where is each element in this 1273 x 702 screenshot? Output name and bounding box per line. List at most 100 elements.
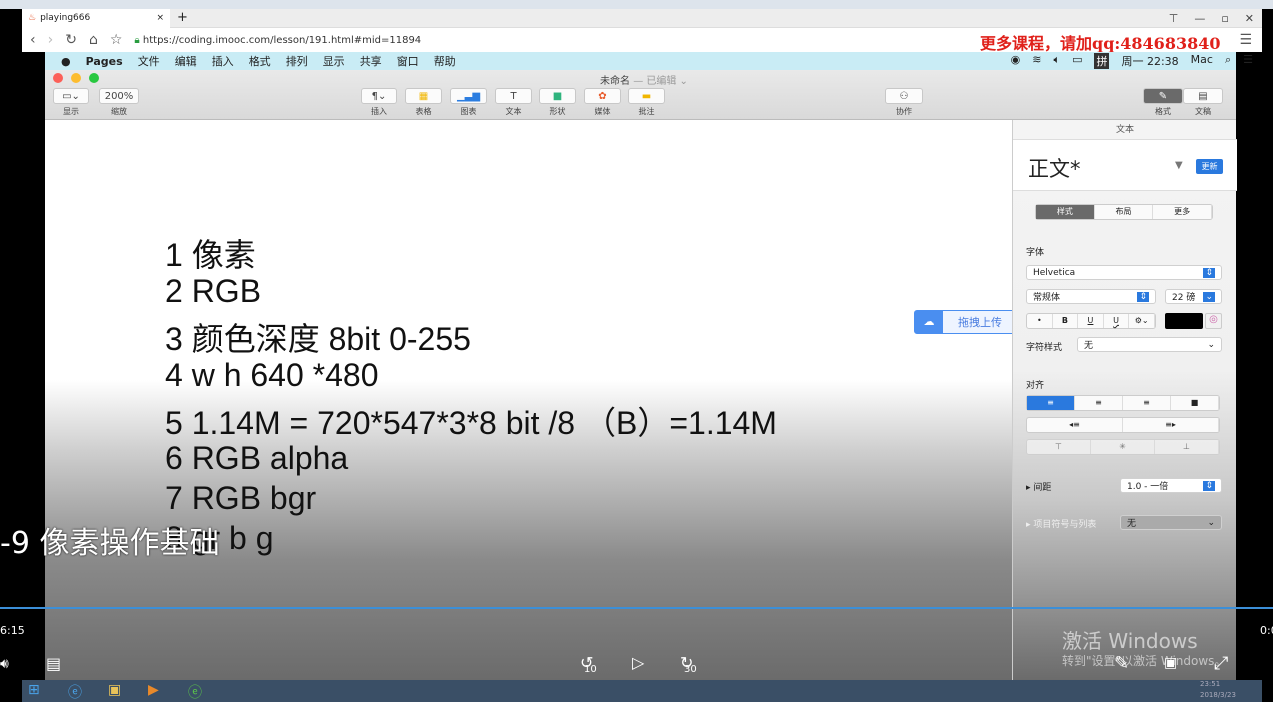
back-icon[interactable]: ‹ <box>30 32 36 48</box>
menu-edit[interactable]: 编辑 <box>175 53 197 69</box>
minimize-light[interactable] <box>71 73 81 83</box>
pip-icon[interactable]: ▣ <box>1164 655 1177 671</box>
skin-icon[interactable]: ⊤ <box>1169 12 1179 25</box>
insert-button[interactable]: ¶⌄ 插入 <box>361 88 397 117</box>
clock[interactable]: 周一 22:38 <box>1121 53 1178 69</box>
strikethrough-button[interactable]: U <box>1104 314 1130 328</box>
style-dropdown-icon[interactable]: ▼ <box>1175 160 1183 171</box>
menu-view[interactable]: 显示 <box>323 53 345 69</box>
input-method[interactable]: 拼 <box>1094 53 1110 69</box>
forward-icon[interactable]: › <box>48 32 54 48</box>
menu-help[interactable]: 帮助 <box>434 53 456 69</box>
restore-button[interactable]: ▫ <box>1221 12 1228 25</box>
gear-icon[interactable]: ⚙⌄ <box>1129 314 1155 328</box>
char-style-select[interactable]: 无 ⌄ <box>1077 337 1222 352</box>
player-icon[interactable]: ▶ <box>148 682 159 698</box>
menu-window[interactable]: 窗口 <box>397 53 419 69</box>
align-center-button[interactable]: ≡ <box>1075 396 1123 410</box>
upload-button[interactable]: ☁ 拖拽上传 <box>914 310 1018 334</box>
tab-style[interactable]: 样式 <box>1036 205 1095 219</box>
justify-button[interactable]: ■ <box>1171 396 1219 410</box>
new-tab-button[interactable]: + <box>177 10 188 25</box>
document-button[interactable]: ▤ 文稿 <box>1183 88 1223 117</box>
font-select[interactable]: Helvetica ⇕ <box>1026 265 1222 280</box>
close-tab-icon[interactable]: × <box>156 13 164 24</box>
text-button[interactable]: T 文本 <box>495 88 532 117</box>
align-top-button[interactable]: ⊤ <box>1027 440 1091 454</box>
close-light[interactable] <box>53 73 63 83</box>
volume-icon[interactable]: 🔊︎ <box>0 656 9 672</box>
volume-icon[interactable]: 🔈︎ <box>1053 53 1060 69</box>
star-icon[interactable]: ☆ <box>110 32 123 48</box>
underline-button[interactable]: U <box>1078 314 1104 328</box>
update-button[interactable]: 更新 <box>1196 159 1223 174</box>
wifi-icon[interactable]: ≋ <box>1032 53 1041 69</box>
doc-line[interactable]: 1 像素 <box>165 230 256 276</box>
italic-button[interactable]: • <box>1027 314 1053 328</box>
document-canvas[interactable]: 1 像素 2 RGB 3 颜色深度 8bit 0-255 4 w h 640 *… <box>45 120 1012 680</box>
format-button[interactable]: ✎ 格式 <box>1143 88 1183 117</box>
menu-app[interactable]: Pages <box>86 55 123 68</box>
close-button[interactable]: ✕ <box>1245 12 1254 25</box>
typeface-select[interactable]: 常规体 ⇕ <box>1026 289 1156 304</box>
reload-icon[interactable]: ↻ <box>65 32 77 48</box>
folder-icon[interactable]: ▣ <box>108 682 121 698</box>
fullscreen-icon[interactable]: ⤢ <box>1214 653 1228 674</box>
start-icon[interactable]: ⊞ <box>28 682 40 698</box>
taskbar-time[interactable]: 23:51 <box>1200 680 1220 688</box>
indent-button[interactable]: ≡▸ <box>1123 418 1219 432</box>
doc-line[interactable]: 5 1.14M = 720*547*3*8 bit /8 （B）=1.14M <box>165 398 777 444</box>
home-icon[interactable]: ⌂ <box>89 32 98 48</box>
doc-line[interactable]: 2 RGB <box>165 273 261 310</box>
color-wheel-icon[interactable]: ◎ <box>1205 313 1222 329</box>
outdent-button[interactable]: ◂≡ <box>1027 418 1123 432</box>
align-right-button[interactable]: ≡ <box>1123 396 1171 410</box>
text-color-well[interactable] <box>1165 313 1203 329</box>
browser-icon[interactable]: ⓔ <box>188 682 202 702</box>
align-middle-button[interactable]: ✳ <box>1091 440 1155 454</box>
doc-line[interactable]: 7 RGB bgr <box>165 480 316 517</box>
align-bottom-button[interactable]: ⊥ <box>1155 440 1219 454</box>
battery-icon[interactable]: ▭ <box>1072 53 1082 69</box>
apple-icon[interactable]: ● <box>61 55 71 68</box>
view-button[interactable]: ▭⌄ 显示 <box>53 88 89 117</box>
play-icon[interactable]: ▷ <box>632 653 644 672</box>
collaborate-button[interactable]: ⚇ 协作 <box>885 88 923 117</box>
comment-button[interactable]: ▬ 批注 <box>628 88 665 117</box>
paragraph-style-name[interactable]: 正文* <box>1028 153 1081 183</box>
zoom-light[interactable] <box>89 73 99 83</box>
font-size-field[interactable]: 22 磅 ⌄ <box>1165 289 1222 304</box>
media-button[interactable]: ✿ 媒体 <box>584 88 621 117</box>
bullets-select[interactable]: 无 ⌄ <box>1120 515 1222 530</box>
zoom-button[interactable]: 200% 缩放 <box>99 88 139 117</box>
doc-line[interactable]: 3 颜色深度 8bit 0-255 <box>165 314 471 360</box>
spotlight-icon[interactable]: ⌕ <box>1225 53 1231 69</box>
tab-layout[interactable]: 布局 <box>1095 205 1154 219</box>
align-left-button[interactable]: ≡ <box>1027 396 1075 410</box>
menu-share[interactable]: 共享 <box>360 53 382 69</box>
ie-icon[interactable]: ⓔ <box>68 682 82 702</box>
captions-icon[interactable]: ▤ <box>46 654 61 673</box>
browser-tab[interactable]: ♨ playing666 × <box>22 9 170 28</box>
table-button[interactable]: ▦ 表格 <box>405 88 442 117</box>
tab-more[interactable]: 更多 <box>1153 205 1213 219</box>
doc-line[interactable]: 4 w h 640 *480 <box>165 357 379 394</box>
bullets-disclosure[interactable]: ▸ 项目符号与列表 <box>1026 517 1096 530</box>
menu-icon[interactable]: ☰ <box>1239 32 1252 48</box>
spacing-disclosure[interactable]: ▸ 间距 <box>1026 480 1051 493</box>
user-name[interactable]: Mac <box>1191 53 1213 69</box>
video-progress-bar[interactable] <box>0 607 1273 609</box>
notification-icon[interactable]: ☰ <box>1243 53 1253 69</box>
pen-icon[interactable]: ✎ <box>1114 653 1129 674</box>
taskbar-date[interactable]: 2018/3/23 <box>1200 691 1236 699</box>
spacing-select[interactable]: 1.0 - 一倍 ⇕ <box>1120 478 1222 493</box>
menu-format[interactable]: 格式 <box>249 53 271 69</box>
bold-button[interactable]: B <box>1053 314 1079 328</box>
record-icon[interactable]: ◉ <box>1011 53 1021 69</box>
chart-button[interactable]: ▁▃▆ 图表 <box>450 88 487 117</box>
menu-file[interactable]: 文件 <box>138 53 160 69</box>
shape-button[interactable]: ■ 形状 <box>539 88 576 117</box>
url-field[interactable]: 🔒︎ https://coding.imooc.com/lesson/191.h… <box>134 35 421 46</box>
menu-arrange[interactable]: 排列 <box>286 53 308 69</box>
doc-line[interactable]: 6 RGB alpha <box>165 440 348 477</box>
